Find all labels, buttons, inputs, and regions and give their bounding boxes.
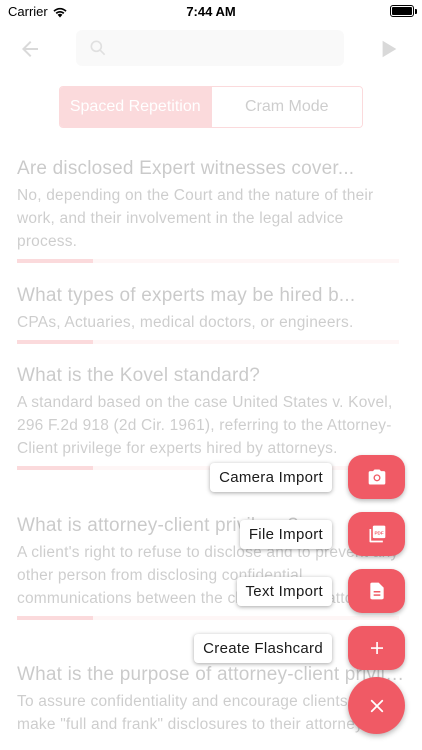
cram-mode-tab[interactable]: Cram Mode [210, 87, 362, 127]
camera-import-row: Camera Import [210, 455, 405, 499]
camera-import-label[interactable]: Camera Import [210, 462, 332, 492]
document-icon [369, 582, 384, 600]
flashcard-progress-fill [17, 259, 94, 263]
file-import-row: File Import PDF [239, 512, 405, 556]
search-input[interactable] [76, 30, 344, 66]
flashcard-progress-fill [17, 616, 94, 620]
back-arrow-icon[interactable] [18, 37, 42, 61]
text-import-label[interactable]: Text Import [236, 576, 332, 606]
play-icon[interactable] [378, 38, 400, 60]
battery-icon [390, 5, 414, 17]
text-import-button[interactable] [348, 569, 405, 613]
create-flashcard-button[interactable] [348, 626, 405, 670]
flashcard[interactable]: What types of experts may be hired b... C… [17, 283, 405, 344]
flashcard[interactable]: Are disclosed Expert witnesses cover... N… [17, 156, 405, 263]
create-flashcard-label[interactable]: Create Flashcard [194, 633, 332, 663]
flashcard-progress-fill [17, 340, 94, 344]
flashcard-answer: A standard based on the case United Stat… [17, 394, 393, 457]
camera-icon [368, 469, 385, 485]
create-flashcard-row: Create Flashcard [194, 626, 405, 670]
spaced-repetition-tab[interactable]: Spaced Repetition [60, 87, 211, 127]
close-icon [370, 699, 383, 712]
flashcard-answer: To assure confidentiality and encourage … [17, 693, 376, 733]
flashcard-progress-bar [17, 259, 399, 263]
flashcard-progress-fill [17, 466, 94, 470]
flashcard-question: What types of experts may be hired b... [17, 285, 356, 306]
flashcard[interactable]: What is the purpose of attorney-client p… [17, 662, 405, 736]
top-bar [0, 24, 422, 74]
pdf-file-icon: PDF [369, 525, 385, 543]
mode-toggle: Spaced Repetition Cram Mode [59, 86, 363, 128]
flashcard-progress-bar [17, 340, 399, 344]
flashcard-question: What is the Kovel standard? [17, 365, 261, 386]
battery-tip [415, 9, 417, 14]
close-fab-button[interactable] [348, 677, 405, 734]
svg-text:PDF: PDF [374, 530, 383, 535]
camera-import-button[interactable] [348, 455, 405, 499]
flashcard-answer: CPAs, Actuaries, medical doctors, or eng… [17, 314, 354, 331]
plus-icon [370, 642, 383, 654]
flashcard[interactable]: What is the Kovel standard? A standard ba… [17, 363, 405, 470]
flashcard-answer: No, depending on the Court and the natur… [17, 187, 374, 250]
status-bar: Carrier 7:44 AM [0, 0, 422, 24]
search-icon [90, 40, 106, 56]
flashcard-progress-bar [17, 616, 399, 620]
file-import-button[interactable]: PDF [348, 512, 405, 556]
clock: 7:44 AM [186, 4, 236, 19]
file-import-label[interactable]: File Import [239, 519, 332, 549]
flashcard-question: Are disclosed Expert witnesses cover... [17, 158, 355, 179]
text-import-row: Text Import [236, 569, 405, 613]
